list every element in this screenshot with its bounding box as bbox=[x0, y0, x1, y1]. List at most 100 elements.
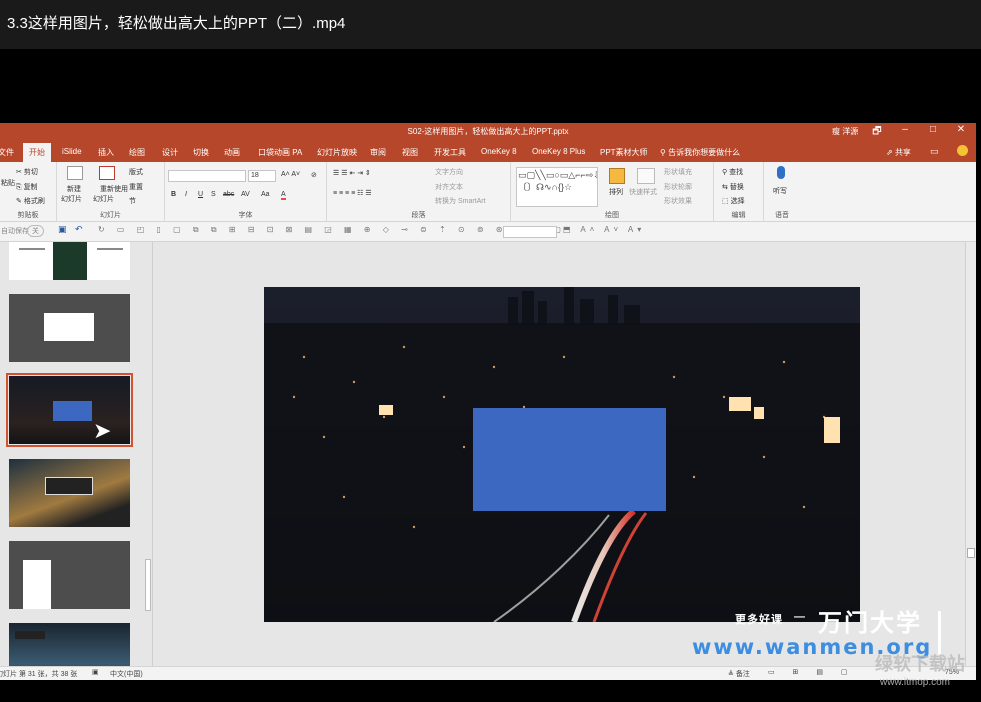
section-button[interactable]: 节 bbox=[129, 196, 136, 206]
tab-draw[interactable]: 绘图 bbox=[129, 147, 145, 158]
copy-button[interactable]: ⎘ 复制 bbox=[16, 182, 38, 192]
char-spacing-button[interactable]: AV bbox=[241, 191, 250, 198]
cut-button[interactable]: ✂ 剪切 bbox=[16, 167, 38, 177]
maximize-button[interactable]: □ bbox=[925, 124, 941, 135]
qat-font-field[interactable] bbox=[503, 226, 557, 238]
tab-ppt-material[interactable]: PPT素材大师 bbox=[600, 147, 648, 158]
paste-button[interactable]: 粘贴 bbox=[1, 178, 15, 188]
share-button[interactable]: ⇗ 共享 bbox=[886, 147, 911, 158]
language-label[interactable]: 中文(中国) bbox=[110, 669, 143, 679]
align-icons[interactable]: ≡ ≡ ≡ ≡ ☷ ☰ bbox=[333, 189, 372, 197]
font-color-button[interactable]: A bbox=[281, 191, 286, 200]
font-size-field[interactable]: 18 bbox=[248, 170, 276, 182]
arrange-button[interactable]: 排列 bbox=[609, 187, 623, 197]
shape-fill-button[interactable]: 形状填充 bbox=[664, 167, 692, 177]
format-painter-button[interactable]: ✎ 格式刷 bbox=[16, 196, 45, 206]
tell-me-search[interactable]: ⚲ 告诉我你想要做什么 bbox=[660, 147, 740, 158]
tab-transitions[interactable]: 切换 bbox=[193, 147, 209, 158]
slide-thumbnail-33[interactable] bbox=[9, 541, 130, 609]
tab-file[interactable]: 文件 bbox=[0, 147, 14, 158]
slide-thumbnail-31-selected[interactable]: ➤ bbox=[6, 373, 133, 447]
text-direction-button[interactable]: 文字方向 bbox=[435, 167, 463, 177]
ribbon-tabs: 文件 开始 iSlide 插入 绘图 设计 切换 动画 口袋动画 PA 幻灯片放… bbox=[0, 141, 976, 162]
italic-button[interactable]: I bbox=[185, 191, 187, 198]
undo-icon[interactable]: ↶ bbox=[75, 224, 83, 235]
reuse-slides-dropdown[interactable]: 幻灯片 bbox=[93, 194, 114, 204]
view-buttons[interactable]: ▭ ⊞ ▤ ▢ bbox=[768, 668, 856, 676]
tab-slideshow[interactable]: 幻灯片放映 bbox=[317, 147, 357, 158]
slide-counter: 幻灯片 第 31 张，共 38 张 bbox=[0, 671, 78, 678]
share-icon: ⇗ bbox=[886, 148, 895, 157]
qat-icons[interactable]: ↻ ▭ ◰ ▯ ▢ ⧉ ⧉ ⊞ ⊟ ⊡ ⊠ ▤ ◲ ▦ ⊕ ◇ ⊸ ⊜ ⇡ ⊙ … bbox=[98, 225, 566, 235]
thumbnails-scroll-thumb[interactable] bbox=[145, 559, 151, 611]
shape-effects-button[interactable]: 形状效果 bbox=[664, 196, 692, 206]
close-button[interactable]: ✕ bbox=[953, 124, 969, 135]
change-case-button[interactable]: Aa bbox=[261, 191, 270, 198]
spellcheck-icon[interactable]: ▣ bbox=[92, 668, 99, 676]
shadow-button[interactable]: S bbox=[211, 191, 216, 198]
qat-more-icons[interactable]: ⬒ A˄ A˅ A▾ bbox=[563, 225, 645, 234]
shapes-gallery[interactable]: ▭▢╲╲▭○▭△⌐⌐⇨⇩〔〕☊∿∩{}☆ bbox=[516, 167, 598, 207]
reuse-slides-button[interactable]: 重新使用 bbox=[100, 184, 128, 194]
slide-scroll-thumb[interactable] bbox=[967, 548, 975, 558]
user-name[interactable]: 瘦 洋源 bbox=[832, 126, 858, 137]
tab-review[interactable]: 审阅 bbox=[370, 147, 386, 158]
powerpoint-window: S02-这样用图片，轻松做出高大上的PPT.pptx 瘦 洋源 🗗 – □ ✕ … bbox=[0, 123, 976, 680]
notes-button[interactable]: ≜ 备注 bbox=[728, 669, 750, 679]
replace-button[interactable]: ⇆ 替换 bbox=[722, 182, 744, 192]
thumbnails-scrollbar[interactable] bbox=[143, 249, 152, 666]
new-slide-button[interactable]: 新建 bbox=[67, 184, 81, 194]
tab-developer[interactable]: 开发工具 bbox=[434, 147, 466, 158]
tab-pocket-animation[interactable]: 口袋动画 PA bbox=[258, 147, 302, 158]
minimize-button[interactable]: – bbox=[897, 124, 913, 135]
scissors-icon: ✂ bbox=[16, 169, 22, 176]
find-button[interactable]: ⚲ 查找 bbox=[722, 167, 743, 177]
clear-format-icon[interactable]: ⊘ bbox=[311, 171, 317, 179]
tab-home[interactable]: 开始 bbox=[23, 143, 51, 162]
underline-button[interactable]: U bbox=[198, 191, 203, 198]
replace-icon: ⇆ bbox=[722, 184, 728, 191]
tab-animations[interactable]: 动画 bbox=[224, 147, 240, 158]
blue-rectangle-shape[interactable] bbox=[473, 408, 666, 511]
dictate-button[interactable]: 听写 bbox=[773, 186, 787, 196]
tab-insert[interactable]: 插入 bbox=[98, 147, 114, 158]
thumb-caption bbox=[15, 631, 45, 639]
quick-styles-button[interactable]: 快速样式 bbox=[629, 187, 657, 197]
slide-thumbnail-34[interactable] bbox=[9, 623, 130, 666]
group-drawing: ▭▢╲╲▭○▭△⌐⌐⇨⇩〔〕☊∿∩{}☆ 排列 快速样式 形状填充 形状轮廓 形… bbox=[511, 162, 714, 222]
bullets-icon[interactable]: ☰ ☰ ⇤ ⇥ ⇕ bbox=[333, 169, 371, 177]
strikethrough-button[interactable]: abc bbox=[223, 191, 234, 198]
save-icon[interactable]: ▣ bbox=[58, 224, 67, 235]
document-title: S02-这样用图片，轻松做出高大上的PPT.pptx bbox=[407, 127, 569, 136]
group-slides: 新建 幻灯片 重新使用 幻灯片 版式 重置 节 幻灯片 bbox=[57, 162, 165, 222]
bold-button[interactable]: B bbox=[171, 191, 176, 198]
font-name-field[interactable] bbox=[168, 170, 246, 182]
tab-design[interactable]: 设计 bbox=[162, 147, 178, 158]
new-slide-icon bbox=[67, 166, 83, 180]
status-bar: 幻灯片 第 31 张，共 38 张 ▣ 中文(中国) ≜ 备注 ▭ ⊞ ▤ ▢ … bbox=[0, 666, 976, 680]
reset-button[interactable]: 重置 bbox=[129, 182, 143, 192]
new-slide-dropdown[interactable]: 幻灯片 bbox=[61, 194, 82, 204]
tab-onekey8-plus[interactable]: OneKey 8 Plus bbox=[532, 147, 585, 156]
slide-thumbnail-30[interactable] bbox=[9, 294, 130, 362]
comments-icon[interactable]: ▭ bbox=[930, 146, 939, 157]
grow-font-icon[interactable]: A˄ A˅ bbox=[281, 171, 300, 178]
tab-islide[interactable]: iSlide bbox=[62, 147, 82, 156]
slide-scrollbar[interactable] bbox=[965, 242, 976, 666]
slide-thumbnail-29[interactable] bbox=[9, 242, 130, 280]
shape-outline-button[interactable]: 形状轮廓 bbox=[664, 182, 692, 192]
current-slide[interactable] bbox=[264, 287, 860, 622]
convert-smartart-button[interactable]: 转换为 SmartArt bbox=[435, 196, 486, 206]
autosave-toggle[interactable]: 关 bbox=[27, 225, 44, 237]
quick-access-toolbar: 自动保存 关 ▣ ↶ ↻ ▭ ◰ ▯ ▢ ⧉ ⧉ ⊞ ⊟ ⊡ ⊠ ▤ ◲ ▦ ⊕… bbox=[0, 222, 976, 242]
slide-thumbnails-pane: ➤ bbox=[0, 242, 153, 666]
layout-button[interactable]: 版式 bbox=[129, 167, 143, 177]
slide-thumbnail-32[interactable] bbox=[9, 459, 130, 527]
align-text-button[interactable]: 对齐文本 bbox=[435, 182, 463, 192]
tab-onekey8[interactable]: OneKey 8 bbox=[481, 147, 517, 156]
ribbon-display-icon[interactable]: 🗗 bbox=[869, 124, 885, 141]
smiley-icon[interactable] bbox=[957, 145, 968, 156]
tab-view[interactable]: 视图 bbox=[402, 147, 418, 158]
select-button[interactable]: ⬚ 选择 bbox=[722, 196, 745, 206]
group-label-editing: 编辑 bbox=[731, 212, 746, 219]
